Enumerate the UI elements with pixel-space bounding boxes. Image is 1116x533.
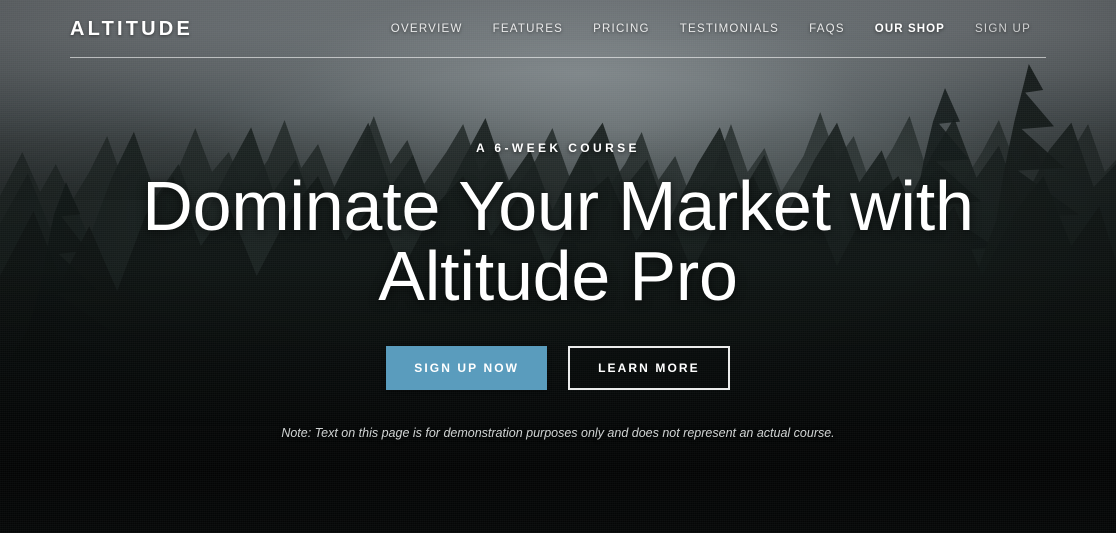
- header-divider: [70, 57, 1046, 58]
- hero-headline: Dominate Your Market with Altitude Pro: [142, 167, 974, 315]
- nav-item-faqs[interactable]: FAQS: [794, 17, 860, 41]
- nav-item-features[interactable]: FEATURES: [478, 17, 579, 41]
- learn-more-button[interactable]: LEARN MORE: [568, 346, 730, 390]
- hero-cta-group: SIGN UP NOW LEARN MORE: [386, 346, 730, 390]
- site-header: ALTITUDE OVERVIEW FEATURES PRICING TESTI…: [0, 0, 1116, 58]
- nav-item-overview[interactable]: OVERVIEW: [376, 17, 478, 41]
- main-navigation: OVERVIEW FEATURES PRICING TESTIMONIALS F…: [376, 17, 1046, 41]
- nav-item-testimonials[interactable]: TESTIMONIALS: [665, 17, 794, 41]
- hero-landing-page: ALTITUDE OVERVIEW FEATURES PRICING TESTI…: [0, 0, 1116, 533]
- sign-up-now-button[interactable]: SIGN UP NOW: [386, 346, 548, 390]
- hero-section: A 6-WEEK COURSE Dominate Your Market wit…: [0, 58, 1116, 533]
- hero-eyebrow: A 6-WEEK COURSE: [476, 141, 640, 155]
- nav-item-our-shop[interactable]: OUR SHOP: [860, 17, 960, 41]
- nav-item-pricing[interactable]: PRICING: [578, 17, 665, 41]
- nav-item-sign-up[interactable]: SIGN UP: [960, 17, 1046, 41]
- hero-disclaimer-note: Note: Text on this page is for demonstra…: [281, 426, 835, 440]
- site-logo[interactable]: ALTITUDE: [70, 18, 193, 41]
